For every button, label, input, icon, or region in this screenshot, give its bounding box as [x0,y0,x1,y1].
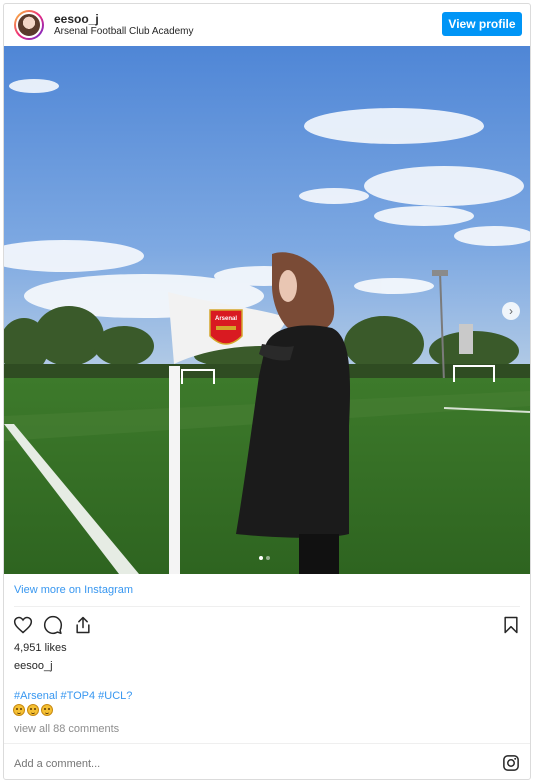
smile-emoji-icon [13,704,25,716]
comment-button[interactable] [42,614,64,636]
view-comments-link[interactable]: view all 88 comments [14,723,119,735]
corner-flag-pole [169,366,180,574]
likes-count[interactable]: 4,951 likes [14,642,67,654]
view-more-link[interactable]: View more on Instagram [14,584,133,596]
instagram-icon [503,755,519,771]
comment-input[interactable] [14,758,314,770]
post-photo[interactable]: Arsenal › [4,46,530,574]
carousel-dot [266,556,270,560]
divider [14,606,520,607]
crest-text: Arsenal [215,316,237,322]
person-legs [299,534,339,574]
instagram-embed: eesoo_j Arsenal Football Club Academy Vi… [3,3,531,780]
person-face [279,270,297,302]
heart-icon [13,616,33,634]
next-photo-button[interactable]: › [502,302,520,320]
avatar-image [16,12,42,38]
share-button[interactable] [72,614,94,636]
caption-emojis [13,704,53,716]
distant-building [459,324,473,354]
instagram-logo-button[interactable] [502,754,520,777]
like-button[interactable] [12,614,34,636]
avatar[interactable] [14,10,44,40]
save-button[interactable] [500,614,522,636]
caption-hashtags[interactable]: #Arsenal #TOP4 #UCL? [14,690,132,702]
username[interactable]: eesoo_j [54,12,99,26]
comment-icon [43,615,63,635]
smile-emoji-icon [27,704,39,716]
bookmark-icon [504,616,518,634]
view-profile-button[interactable]: View profile [442,12,522,36]
smile-emoji-icon [41,704,53,716]
post-owner[interactable]: eesoo_j [14,660,53,672]
crest-cannon [216,326,236,330]
share-icon [76,616,90,634]
comment-bar [4,743,530,779]
location[interactable]: Arsenal Football Club Academy [54,26,194,37]
photo-scene: Arsenal [4,46,530,574]
post-header: eesoo_j Arsenal Football Club Academy Vi… [4,4,530,46]
carousel-indicator [259,556,270,560]
floodlight [432,270,448,276]
action-bar [12,614,94,636]
chevron-right-icon: › [509,304,513,318]
carousel-dot-active [259,556,263,560]
